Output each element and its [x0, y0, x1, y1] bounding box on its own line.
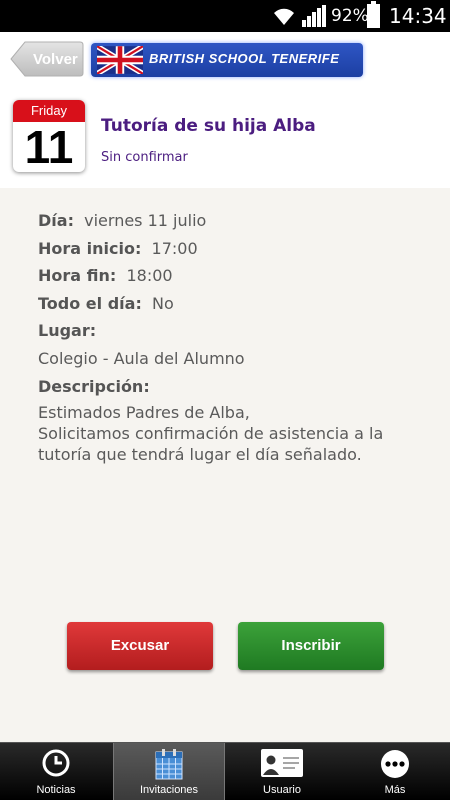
union-jack-icon — [97, 46, 143, 74]
calendar-date-icon: Friday 11 — [13, 100, 85, 172]
status-bar: 92% 14:34 — [0, 0, 450, 32]
hora-inicio-label: Hora inicio: — [38, 238, 142, 258]
battery-percent: 92% — [331, 6, 369, 26]
tab-mas[interactable]: Más — [339, 743, 450, 800]
event-title: Tutoría de su hija Alba — [101, 116, 316, 136]
wifi-icon — [274, 8, 294, 25]
calendar-day-number: 11 — [24, 121, 74, 172]
back-button-label: Volver — [33, 51, 78, 68]
event-details: Día: viernes 11 julio Hora inicio: 17:00… — [38, 207, 438, 465]
battery-icon — [367, 1, 380, 28]
detail-hora-fin: Hora fin: 18:00 — [38, 262, 438, 290]
calendar-weekday: Friday — [13, 100, 85, 122]
todo-dia-value: No — [152, 293, 174, 313]
tab-label: Usuario — [263, 784, 301, 796]
tab-noticias[interactable]: Noticias — [0, 743, 112, 800]
detail-hora-inicio: Hora inicio: 17:00 — [38, 235, 438, 263]
tab-usuario[interactable]: Usuario — [226, 743, 338, 800]
hora-fin-label: Hora fin: — [38, 266, 117, 286]
app-header: Volver BRITISH SCHOOL TENERIFE — [0, 32, 450, 90]
dia-label: Día: — [38, 211, 74, 230]
bottom-tab-bar: Noticias Invitaciones Usuario Más — [0, 742, 450, 800]
detail-lugar: Lugar: — [38, 317, 438, 345]
lugar-label: Lugar: — [38, 321, 97, 341]
school-name: BRITISH SCHOOL TENERIFE — [149, 51, 340, 66]
signal-icon — [302, 5, 326, 27]
dia-value: viernes 11 julio — [84, 211, 207, 230]
descripcion-value: Estimados Padres de Alba, Solicitamos co… — [38, 403, 384, 465]
hora-fin-value: 18:00 — [126, 266, 173, 286]
tab-label: Más — [384, 784, 406, 796]
tab-label: Noticias — [36, 784, 76, 796]
inscribir-button[interactable]: Inscribir — [238, 622, 384, 670]
lugar-value: Colegio - Aula del Alumno — [38, 348, 245, 368]
calendar-icon — [155, 749, 183, 780]
back-button[interactable]: Volver — [10, 41, 84, 77]
todo-dia-label: Todo el día: — [38, 293, 142, 313]
detail-dia: Día: viernes 11 julio — [38, 207, 438, 235]
clock-time: 14:34 — [389, 4, 447, 28]
more-icon — [381, 750, 409, 778]
detail-descripcion: Descripción: — [38, 373, 438, 401]
event-header: Friday 11 Tutoría de su hija Alba Sin co… — [0, 90, 450, 188]
id-card-icon — [261, 749, 303, 777]
detail-todo-dia: Todo el día: No — [38, 290, 438, 318]
tab-invitaciones[interactable]: Invitaciones — [113, 743, 225, 800]
excusar-button[interactable]: Excusar — [67, 622, 213, 670]
tab-label: Invitaciones — [139, 784, 199, 796]
school-banner: BRITISH SCHOOL TENERIFE — [91, 43, 363, 77]
descripcion-label: Descripción: — [38, 376, 150, 396]
clock-icon — [42, 749, 70, 777]
event-status: Sin confirmar — [101, 150, 188, 165]
hora-inicio-value: 17:00 — [151, 238, 198, 258]
